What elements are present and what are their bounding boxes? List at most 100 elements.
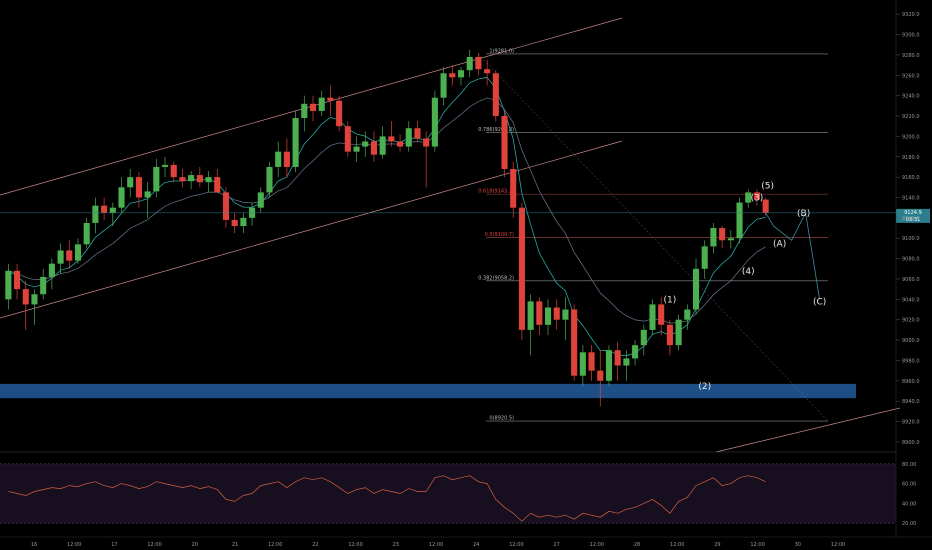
price-axis-label: 9320.0 xyxy=(902,12,920,18)
candle-body xyxy=(649,304,656,330)
candle-body xyxy=(83,222,90,245)
candle-body xyxy=(153,166,160,192)
candle-body xyxy=(231,219,238,227)
trading-chart[interactable]: 1(9281.0) 0.786(9203.8) 0.618(9143.3) 0.5(9… xyxy=(0,0,932,550)
candle-body xyxy=(553,307,560,320)
candle-body xyxy=(510,168,517,208)
time-axis-label: 12:00 xyxy=(147,542,161,548)
price-axis-label: 9180.0 xyxy=(902,155,920,161)
candle-body xyxy=(179,177,186,182)
candle-body xyxy=(727,238,734,241)
candle-body xyxy=(66,250,73,261)
candle-body xyxy=(588,352,595,371)
candle-body xyxy=(309,103,317,111)
candle-body xyxy=(414,128,421,139)
price-axis-label: 8980.0 xyxy=(902,358,920,364)
candle xyxy=(605,345,613,386)
candle-body xyxy=(666,324,673,346)
candle-body xyxy=(527,301,534,330)
candle-body xyxy=(605,350,613,381)
rsi-axis-label: 80.00 xyxy=(902,462,916,468)
candle-body xyxy=(518,207,525,330)
time-axis-label: 21 xyxy=(232,542,238,548)
candle xyxy=(649,299,656,335)
price-axis-label: 9000.0 xyxy=(902,338,920,344)
candle-body xyxy=(318,97,325,111)
candle-body xyxy=(161,164,169,167)
time-axis-label: 30 xyxy=(795,542,801,548)
candle-body xyxy=(423,138,430,147)
fib-level-label: 0(8920.5) xyxy=(489,416,514,422)
candle-body xyxy=(710,228,717,247)
candle-body xyxy=(405,128,412,147)
fib-level-label: 0.382(9058.2) xyxy=(478,275,514,281)
candle-body xyxy=(240,217,247,227)
candle-body xyxy=(222,192,230,220)
candle-body xyxy=(684,309,691,320)
candle xyxy=(492,70,499,122)
candle-body xyxy=(327,97,334,101)
candle-body xyxy=(370,141,377,155)
candle-body xyxy=(614,350,621,366)
candle xyxy=(431,90,438,152)
candle-body xyxy=(40,276,47,295)
fib-level-label: 1(9281.0) xyxy=(489,48,514,54)
fib-level-label: 0.618(9143.3) xyxy=(478,189,514,195)
candle-body xyxy=(544,307,552,325)
time-axis-label: 17 xyxy=(111,542,117,548)
candle xyxy=(675,314,682,351)
time-axis-label: 12:00 xyxy=(831,542,845,548)
candle-body xyxy=(92,205,99,223)
candle-body xyxy=(492,73,499,117)
candle-body xyxy=(762,199,769,213)
candle-body xyxy=(292,118,299,167)
price-axis-label: 8960.0 xyxy=(902,379,920,385)
time-axis-label: 12:00 xyxy=(670,542,684,548)
candle-body xyxy=(623,358,630,366)
candle-body xyxy=(353,146,360,152)
fib-level-label: 0.786(9203.8) xyxy=(478,127,514,133)
candle xyxy=(501,110,508,178)
time-axis-label: 24 xyxy=(473,542,479,548)
candle-body xyxy=(388,136,395,142)
price-axis-label: 9100.0 xyxy=(902,236,920,242)
candle-body xyxy=(658,304,665,325)
candle-body xyxy=(344,126,351,152)
candle-body xyxy=(127,177,134,188)
candle xyxy=(336,95,343,132)
candle-body xyxy=(736,202,743,239)
time-axis-label: 12:00 xyxy=(67,542,81,548)
time-axis-label: 16 xyxy=(31,542,37,548)
candle-body xyxy=(431,97,438,147)
time-axis-label: 12:00 xyxy=(429,542,443,548)
candle-body xyxy=(440,73,447,98)
candle-body xyxy=(701,246,708,269)
candle-body xyxy=(579,352,586,376)
candle-body xyxy=(135,177,142,198)
candle-body xyxy=(536,301,543,325)
candle-body xyxy=(14,270,21,290)
price-axis-label: 9260.0 xyxy=(902,73,920,79)
candle-body xyxy=(275,151,282,167)
wave-label: (1) xyxy=(664,295,677,305)
candle-body xyxy=(57,250,64,264)
candle-body xyxy=(719,228,726,241)
price-axis-label: 8900.0 xyxy=(902,440,920,446)
rsi-axis-label: 20.00 xyxy=(902,521,916,527)
candle-body xyxy=(205,177,212,183)
candle-body xyxy=(283,151,290,167)
time-axis-label: 12:00 xyxy=(348,542,362,548)
candle-body xyxy=(266,166,273,193)
time-axis-label: 27 xyxy=(553,542,559,548)
time-axis-label: 29 xyxy=(714,542,720,548)
wave-label: (5) xyxy=(761,181,774,191)
candle-body xyxy=(379,136,386,155)
candle xyxy=(266,161,273,198)
candle xyxy=(344,121,351,157)
price-axis-label: 8920.0 xyxy=(902,420,920,426)
time-axis-label: 23 xyxy=(393,542,399,548)
price-axis-label: 9280.0 xyxy=(902,53,920,59)
candle-body xyxy=(301,103,308,119)
candle xyxy=(736,197,743,244)
candle-body xyxy=(501,116,508,169)
